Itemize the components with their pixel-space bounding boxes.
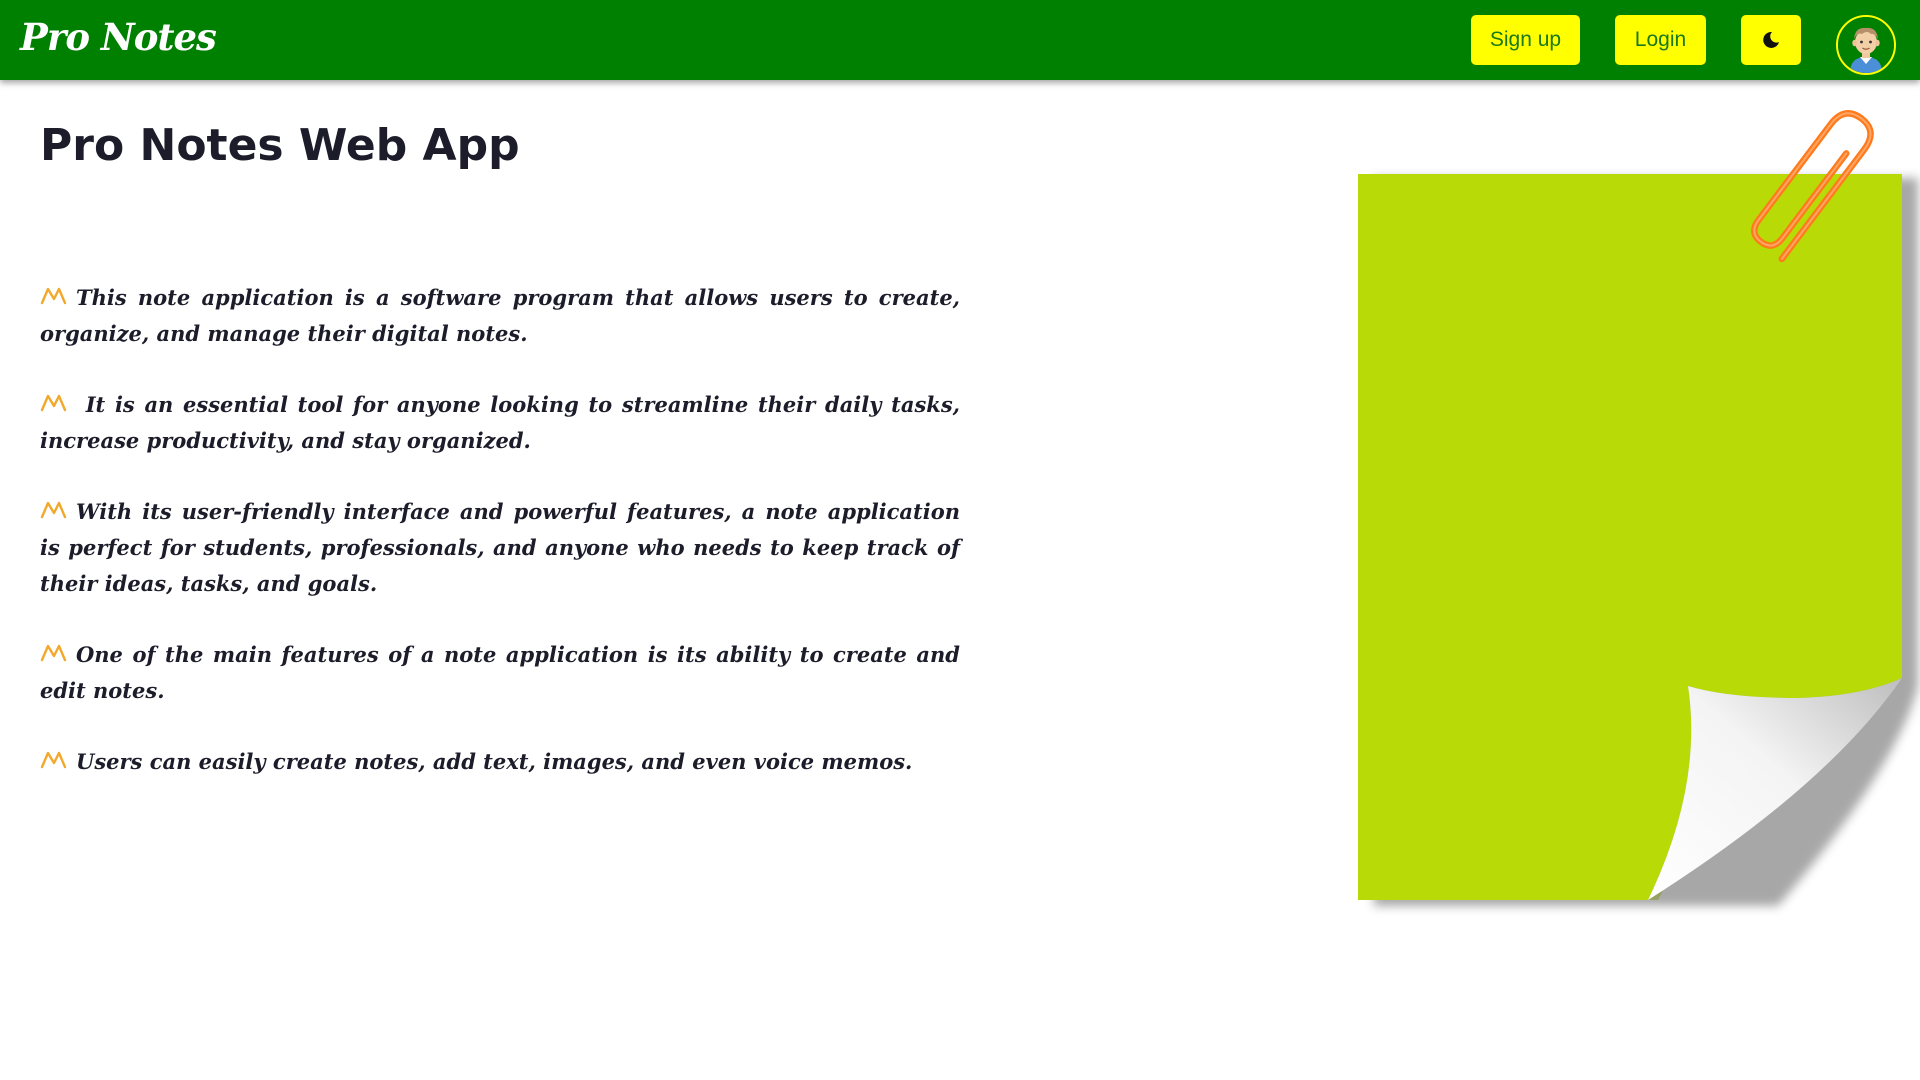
feature-list: This note application is a software prog… (40, 280, 960, 815)
feature-paragraph-4: One of the main features of a note appli… (40, 637, 960, 709)
feature-paragraph-5: Users can easily create notes, add text,… (40, 744, 960, 780)
feature-paragraph-3: With its user-friendly interface and pow… (40, 494, 960, 602)
pen-zigzag-icon (40, 287, 67, 305)
signup-button[interactable]: Sign up (1471, 15, 1580, 65)
feature-text: Users can easily create notes, add text,… (76, 749, 913, 774)
paperclip-icon (1751, 110, 1874, 263)
user-avatar[interactable] (1836, 15, 1896, 75)
pen-zigzag-icon (40, 501, 67, 519)
brand-logo[interactable]: Pro Notes (20, 12, 217, 62)
user-avatar-icon (1838, 17, 1894, 73)
moon-icon (1763, 31, 1779, 48)
sticky-note-illustration (1358, 86, 1920, 926)
theme-toggle-button[interactable] (1741, 15, 1801, 65)
feature-text: One of the main features of a note appli… (40, 642, 960, 703)
page-title: Pro Notes Web App (40, 120, 520, 171)
pen-zigzag-icon (40, 394, 67, 412)
feature-text: It is an essential tool for anyone looki… (40, 392, 960, 453)
navbar: Pro Notes Sign up Login (0, 0, 1920, 80)
pen-zigzag-icon (40, 644, 67, 662)
feature-paragraph-2: It is an essential tool for anyone looki… (40, 387, 960, 459)
login-button[interactable]: Login (1615, 15, 1706, 65)
feature-paragraph-1: This note application is a software prog… (40, 280, 960, 352)
pen-zigzag-icon (40, 751, 67, 769)
feature-text: This note application is a software prog… (40, 285, 960, 346)
feature-text: With its user-friendly interface and pow… (40, 499, 960, 596)
